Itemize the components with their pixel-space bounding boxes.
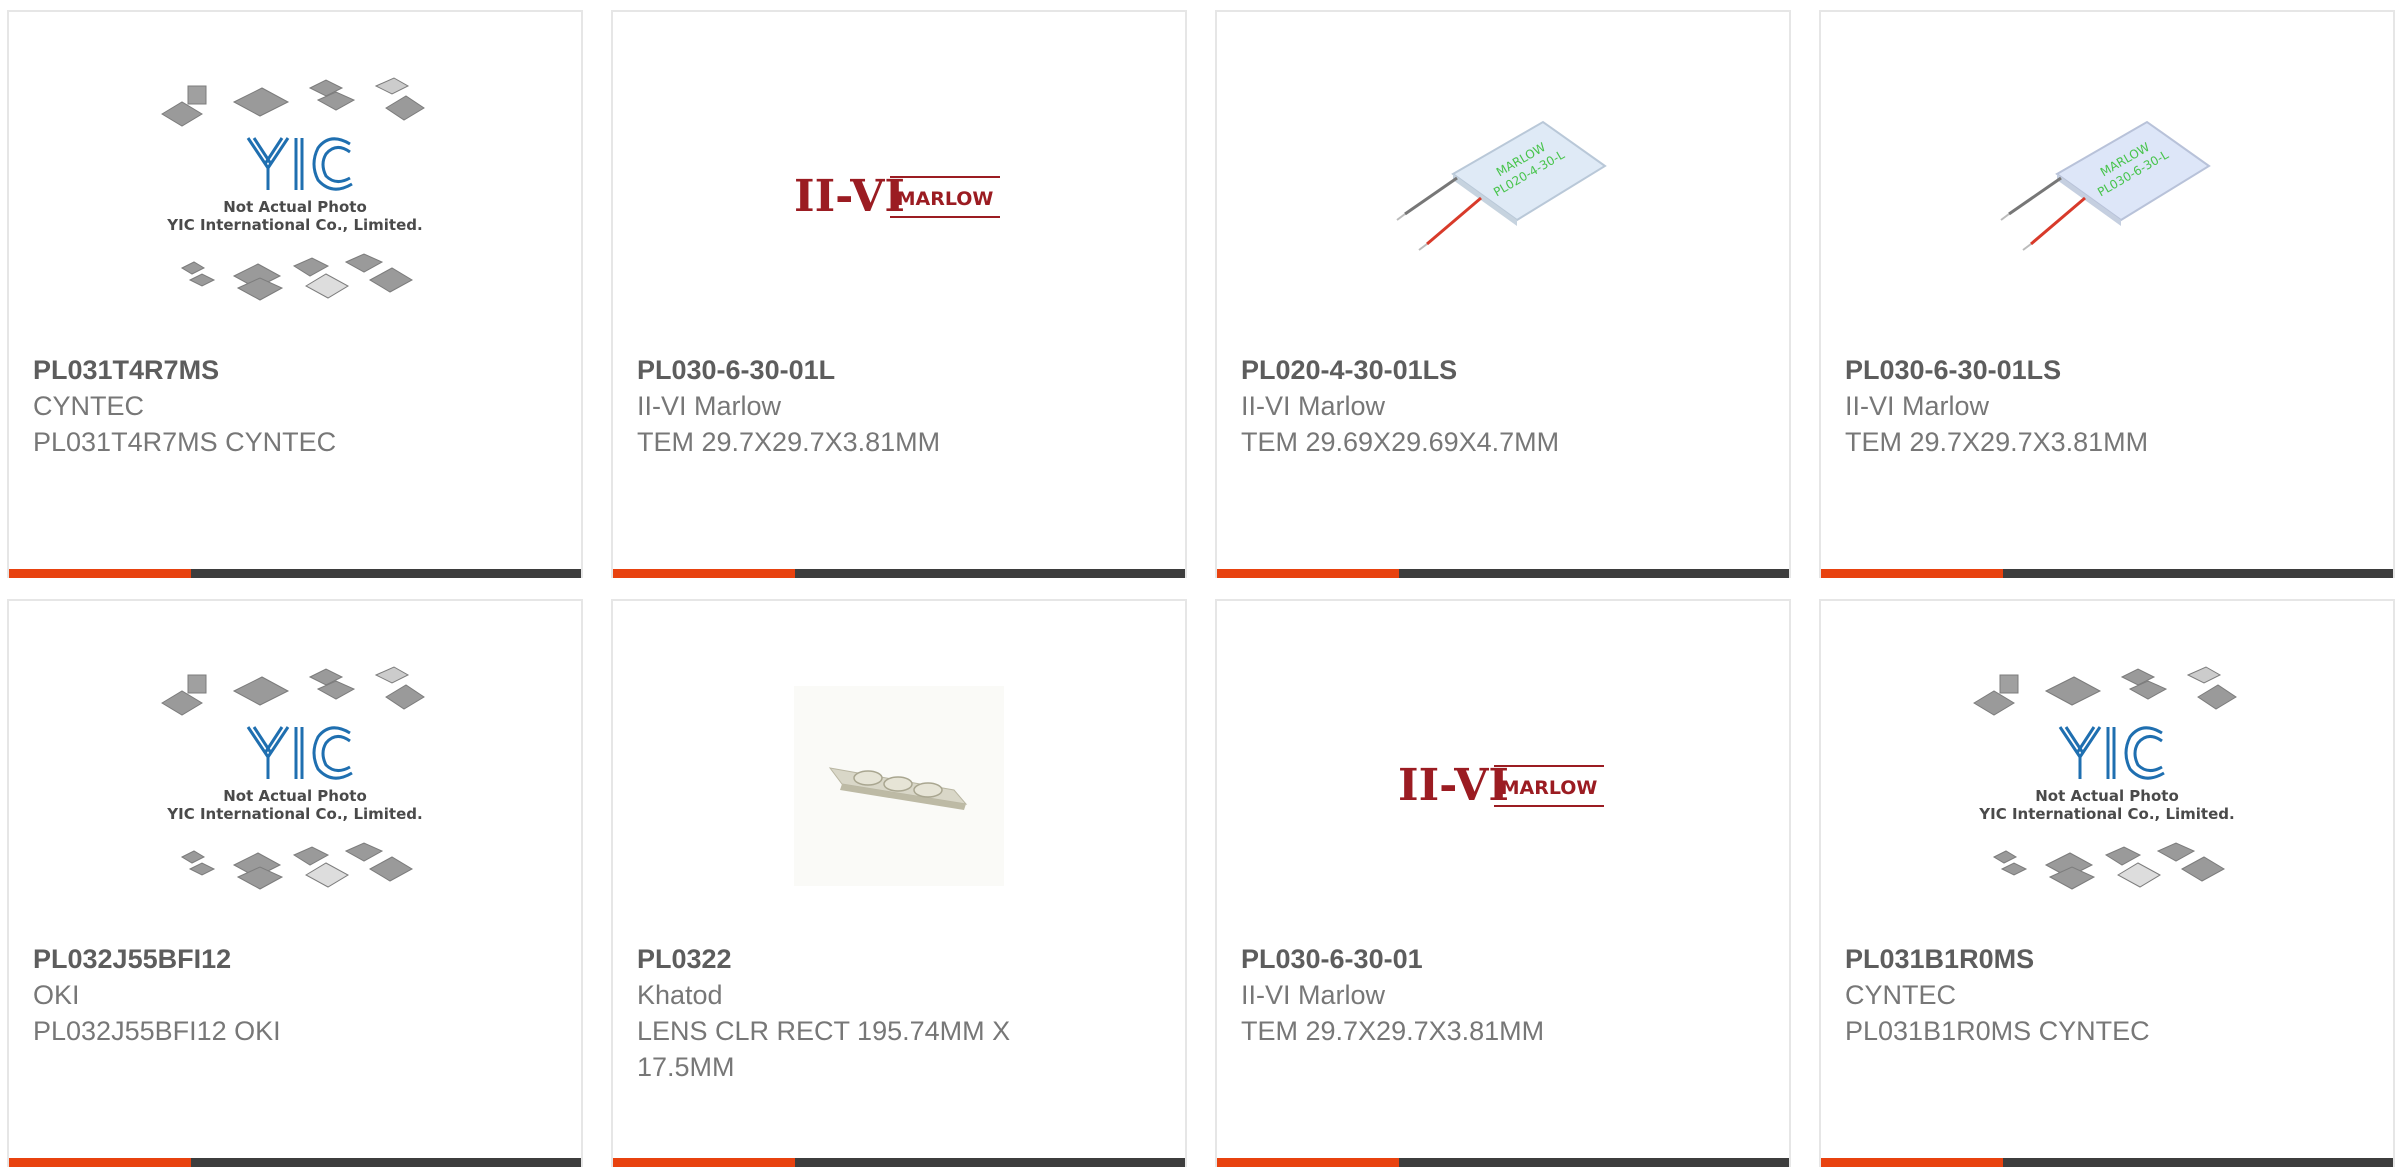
- part-number[interactable]: PL030-6-30-01L: [637, 352, 1161, 388]
- description: PL032J55BFI12 OKI: [33, 1016, 281, 1046]
- placeholder-line2: YIC International Co., Limited.: [166, 805, 422, 823]
- manufacturer: II-VI Marlow: [1241, 980, 1386, 1010]
- tem-module-image: MARLOW PL030-6-30-L: [2000, 120, 2211, 251]
- product-card[interactable]: MARLOW PL030-6-30-L PL030-6-30-01LS II-V…: [1819, 10, 2395, 578]
- manufacturer: II-VI Marlow: [1845, 391, 1990, 421]
- part-number[interactable]: PL020-4-30-01LS: [1241, 352, 1765, 388]
- product-card[interactable]: II-VI MARLOW PL030-6-30-01 II-VI Marlow …: [1215, 599, 1791, 1167]
- tem-module-image: MARLOW PL020-4-30-L: [1396, 120, 1607, 251]
- part-number[interactable]: PL0322: [637, 941, 1161, 977]
- product-image[interactable]: II-VI MARLOW: [1217, 631, 1789, 941]
- yic-placeholder-image: Not Actual Photo YIC International Co., …: [161, 77, 425, 301]
- product-image[interactable]: Not Actual Photo YIC International Co., …: [1821, 631, 2393, 941]
- marlow-mark: II-VI: [1398, 760, 1509, 811]
- product-card[interactable]: PL0322 Khatod LENS CLR RECT 195.74MM X 1…: [611, 599, 1187, 1167]
- card-bottom-bar: [9, 569, 581, 578]
- marlow-logo-image: II-VI MARLOW: [1398, 760, 1604, 811]
- placeholder-line1: Not Actual Photo: [2035, 787, 2179, 805]
- card-accent: [1217, 1158, 1399, 1167]
- product-image[interactable]: Not Actual Photo YIC International Co., …: [9, 42, 581, 352]
- description: TEM 29.69X29.69X4.7MM: [1241, 427, 1560, 457]
- description: TEM 29.7X29.7X3.81MM: [637, 427, 941, 457]
- description: LENS CLR RECT 195.74MM X 17.5MM: [637, 1016, 1011, 1082]
- card-bottom-bar: [1821, 569, 2393, 578]
- product-card[interactable]: II-VI MARLOW PL030-6-30-01L II-VI Marlow…: [611, 10, 1187, 578]
- part-number[interactable]: PL031B1R0MS: [1845, 941, 2369, 977]
- product-image[interactable]: MARLOW PL030-6-30-L: [1821, 42, 2393, 352]
- placeholder-line1: Not Actual Photo: [223, 787, 367, 805]
- card-bottom-bar: [1217, 1158, 1789, 1167]
- card-accent: [1821, 569, 2003, 578]
- product-card[interactable]: MARLOW PL020-4-30-L PL020-4-30-01LS II-V…: [1215, 10, 1791, 578]
- card-accent: [1217, 569, 1399, 578]
- product-image[interactable]: [613, 631, 1185, 941]
- card-accent: [613, 569, 795, 578]
- part-number[interactable]: PL030-6-30-01LS: [1845, 352, 2369, 388]
- description: TEM 29.7X29.7X3.81MM: [1845, 427, 2149, 457]
- placeholder-line2: YIC International Co., Limited.: [1978, 805, 2234, 823]
- card-accent: [9, 569, 191, 578]
- product-image[interactable]: Not Actual Photo YIC International Co., …: [9, 631, 581, 941]
- product-image[interactable]: II-VI MARLOW: [613, 42, 1185, 352]
- card-accent: [613, 1158, 795, 1167]
- manufacturer: II-VI Marlow: [1241, 391, 1386, 421]
- manufacturer: OKI: [33, 980, 80, 1010]
- part-number[interactable]: PL031T4R7MS: [33, 352, 557, 388]
- marlow-word: MARLOW: [1501, 777, 1598, 799]
- manufacturer: CYNTEC: [33, 391, 145, 421]
- marlow-logo-image: II-VI MARLOW: [794, 171, 1000, 222]
- yic-placeholder-image: Not Actual Photo YIC International Co., …: [1973, 666, 2237, 890]
- description: PL031B1R0MS CYNTEC: [1845, 1016, 2150, 1046]
- card-bottom-bar: [1821, 1158, 2393, 1167]
- part-number[interactable]: PL032J55BFI12: [33, 941, 557, 977]
- manufacturer: CYNTEC: [1845, 980, 1957, 1010]
- card-bottom-bar: [1217, 569, 1789, 578]
- manufacturer: Khatod: [637, 980, 723, 1010]
- product-card[interactable]: Not Actual Photo YIC International Co., …: [7, 10, 583, 578]
- card-bottom-bar: [613, 1158, 1185, 1167]
- product-image[interactable]: MARLOW PL020-4-30-L: [1217, 42, 1789, 352]
- marlow-mark: II-VI: [794, 171, 905, 222]
- product-grid: Not Actual Photo YIC International Co., …: [0, 0, 2400, 1167]
- card-bottom-bar: [9, 1158, 581, 1167]
- yic-placeholder-image: Not Actual Photo YIC International Co., …: [161, 666, 425, 890]
- part-number[interactable]: PL030-6-30-01: [1241, 941, 1765, 977]
- product-card[interactable]: Not Actual Photo YIC International Co., …: [7, 599, 583, 1167]
- placeholder-line2: YIC International Co., Limited.: [166, 216, 422, 234]
- manufacturer: II-VI Marlow: [637, 391, 782, 421]
- marlow-word: MARLOW: [897, 188, 994, 210]
- card-accent: [1821, 1158, 2003, 1167]
- placeholder-line1: Not Actual Photo: [223, 198, 367, 216]
- lens-strip-image: [794, 686, 1004, 886]
- card-bottom-bar: [613, 569, 1185, 578]
- card-accent: [9, 1158, 191, 1167]
- product-card[interactable]: Not Actual Photo YIC International Co., …: [1819, 599, 2395, 1167]
- description: PL031T4R7MS CYNTEC: [33, 427, 337, 457]
- description: TEM 29.7X29.7X3.81MM: [1241, 1016, 1545, 1046]
